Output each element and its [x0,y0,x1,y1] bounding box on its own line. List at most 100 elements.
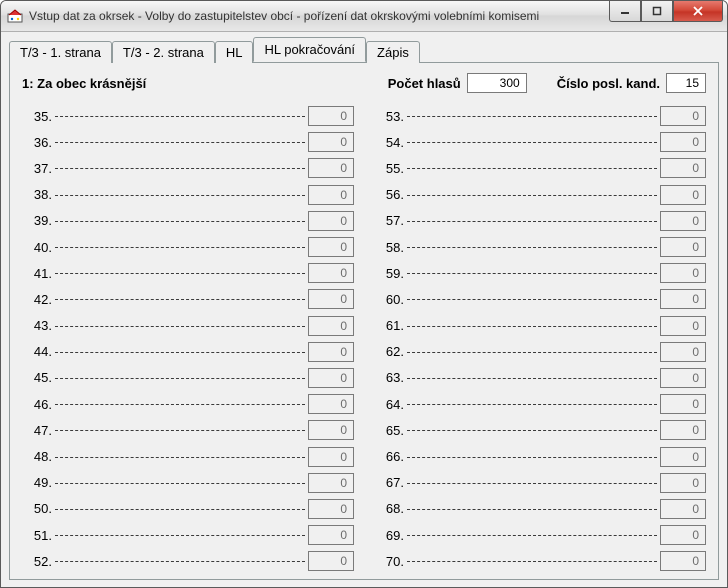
candidate-votes-input[interactable] [660,499,706,519]
candidate-row: 66. [374,443,706,469]
candidate-row: 43. [22,313,354,339]
row-leader [55,371,305,385]
cislo-posl-kand-label: Číslo posl. kand. [557,76,660,91]
maximize-button[interactable] [641,1,673,22]
candidate-row: 67. [374,470,706,496]
row-number: 40. [22,240,52,255]
row-leader [407,502,657,516]
candidate-row: 38. [22,182,354,208]
row-number: 54. [374,135,404,150]
row-number: 52. [22,554,52,569]
candidate-row: 68. [374,496,706,522]
candidate-votes-input[interactable] [660,394,706,414]
candidate-row: 52. [22,548,354,574]
row-leader [55,528,305,542]
tab-t3-2[interactable]: T/3 - 2. strana [112,41,215,63]
row-number: 69. [374,528,404,543]
row-number: 51. [22,528,52,543]
row-number: 46. [22,397,52,412]
candidate-votes-input[interactable] [308,551,354,571]
row-number: 38. [22,187,52,202]
candidate-votes-input[interactable] [660,106,706,126]
candidate-votes-input[interactable] [308,132,354,152]
candidate-votes-input[interactable] [308,289,354,309]
candidate-votes-input[interactable] [660,420,706,440]
candidate-row: 62. [374,339,706,365]
cislo-posl-kand-input[interactable] [666,73,706,93]
tab-hl[interactable]: HL [215,41,254,63]
row-number: 48. [22,449,52,464]
subject-label: 1: Za obec krásnější [22,76,146,91]
candidate-votes-input[interactable] [660,158,706,178]
row-leader [55,240,305,254]
candidate-votes-input[interactable] [660,525,706,545]
candidate-votes-input[interactable] [308,499,354,519]
candidate-votes-input[interactable] [660,211,706,231]
candidate-votes-input[interactable] [308,158,354,178]
titlebar[interactable]: Vstup dat za okrsek - Volby do zastupite… [1,1,727,32]
row-number: 36. [22,135,52,150]
candidate-row: 58. [374,234,706,260]
row-number: 50. [22,501,52,516]
candidate-votes-input[interactable] [308,106,354,126]
candidate-votes-input[interactable] [308,473,354,493]
candidate-votes-input[interactable] [308,420,354,440]
candidate-row: 40. [22,234,354,260]
candidate-votes-input[interactable] [308,368,354,388]
row-leader [55,423,305,437]
candidate-votes-input[interactable] [308,316,354,336]
candidate-row: 41. [22,260,354,286]
row-number: 43. [22,318,52,333]
row-leader [407,423,657,437]
client-area: T/3 - 1. strana T/3 - 2. strana HL HL po… [1,32,727,588]
candidate-row: 63. [374,365,706,391]
tab-hl-pokracovani[interactable]: HL pokračování [253,37,366,62]
candidate-row: 51. [22,522,354,548]
candidate-row: 50. [22,496,354,522]
candidate-votes-input[interactable] [660,342,706,362]
row-leader [55,345,305,359]
row-leader [407,188,657,202]
tab-zapis[interactable]: Zápis [366,41,420,63]
candidate-votes-input[interactable] [660,132,706,152]
candidate-votes-input[interactable] [660,263,706,283]
row-leader [55,214,305,228]
row-leader [407,319,657,333]
pocet-hlasu-input[interactable] [467,73,527,93]
candidate-votes-input[interactable] [660,447,706,467]
row-number: 56. [374,187,404,202]
candidate-votes-input[interactable] [660,185,706,205]
candidate-votes-input[interactable] [660,316,706,336]
candidate-votes-input[interactable] [660,368,706,388]
candidate-row: 54. [374,129,706,155]
row-number: 39. [22,213,52,228]
window-title: Vstup dat za okrsek - Volby do zastupite… [29,9,609,23]
candidate-votes-input[interactable] [308,237,354,257]
candidate-votes-input[interactable] [660,473,706,493]
candidate-row: 48. [22,443,354,469]
candidate-votes-input[interactable] [660,289,706,309]
tab-t3-1[interactable]: T/3 - 1. strana [9,41,112,63]
candidate-row: 69. [374,522,706,548]
pocet-hlasu-label: Počet hlasů [388,76,461,91]
candidate-votes-input[interactable] [660,237,706,257]
candidate-votes-input[interactable] [660,551,706,571]
page-header: 1: Za obec krásnější Počet hlasů Číslo p… [22,73,706,93]
candidate-votes-input[interactable] [308,447,354,467]
candidate-votes-input[interactable] [308,211,354,231]
row-number: 63. [374,370,404,385]
row-number: 37. [22,161,52,176]
candidate-votes-input[interactable] [308,263,354,283]
candidate-votes-input[interactable] [308,394,354,414]
minimize-button[interactable] [609,1,641,22]
row-leader [55,450,305,464]
row-leader [407,161,657,175]
candidate-votes-input[interactable] [308,525,354,545]
close-button[interactable] [673,1,723,22]
row-number: 62. [374,344,404,359]
row-leader [407,214,657,228]
row-leader [55,266,305,280]
candidate-votes-input[interactable] [308,185,354,205]
tab-page: 1: Za obec krásnější Počet hlasů Číslo p… [9,62,719,580]
candidate-votes-input[interactable] [308,342,354,362]
